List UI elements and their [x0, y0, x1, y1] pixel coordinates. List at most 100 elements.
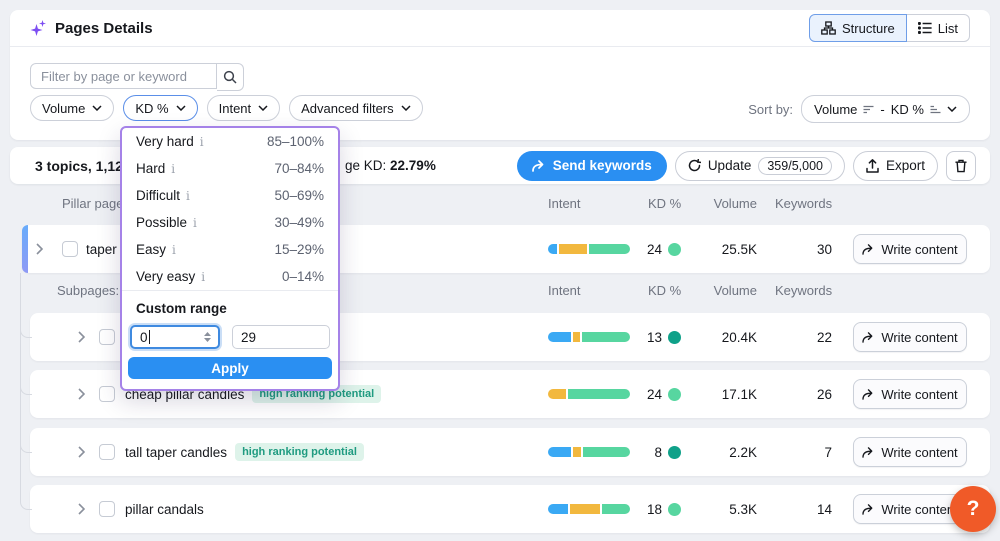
info-icon[interactable]: i [193, 216, 197, 230]
row-checkbox[interactable] [62, 225, 78, 273]
sort-area: Sort by: Volume - KD % [748, 95, 970, 123]
kd-option-very-easy[interactable]: Very easy i 0–14% [122, 263, 338, 290]
pages-details-screen: Pages Details Structure List Filter by p… [0, 0, 1000, 541]
expand-chevron[interactable] [78, 313, 85, 361]
info-icon[interactable]: i [200, 135, 204, 149]
write-content-cell: Write content [853, 428, 967, 476]
keywords-cell: 30 [816, 241, 832, 257]
kd-option-label: Easy [136, 242, 167, 257]
expand-chevron[interactable] [78, 485, 85, 533]
kd-dot [668, 225, 681, 273]
expand-chevron[interactable] [78, 428, 85, 476]
search-button[interactable] [217, 63, 244, 91]
write-arrow-icon [862, 503, 875, 515]
update-button[interactable]: Update 359/5,000 [674, 150, 845, 181]
structure-toggle-label: Structure [842, 20, 895, 36]
top-panel: Pages Details Structure List Filter by p… [10, 10, 990, 140]
write-content-button[interactable]: Write content [853, 379, 967, 409]
volume-cell: 25.5K [721, 241, 757, 257]
average-kd-summary: ge KD: 22.79% [345, 158, 436, 173]
list-toggle-label: List [937, 20, 958, 36]
row-label: tall taper candles [125, 444, 228, 460]
kd-filter-dropdown-panel: Very hard i 85–100% Hard i 70–84% Diffic… [120, 126, 340, 391]
intent-bar [548, 332, 630, 342]
list-toggle-button[interactable]: List [906, 14, 970, 42]
kd-option-possible[interactable]: Possible i 30–49% [122, 209, 338, 236]
export-icon [866, 158, 879, 173]
intent-filter-chip[interactable]: Intent [206, 95, 281, 121]
custom-range-from-input[interactable]: 0 [130, 325, 220, 349]
kd-value-cell: 24 [646, 386, 662, 402]
volume-cell: 20.4K [721, 329, 757, 345]
tree-connector-elbow [20, 438, 32, 453]
table-row[interactable]: tall taper candles high ranking potentia… [30, 428, 990, 476]
apply-button[interactable]: Apply [128, 357, 332, 379]
send-keywords-label: Send keywords [552, 158, 652, 173]
row-checkbox[interactable] [99, 313, 115, 361]
row-checkbox[interactable] [99, 370, 115, 418]
kd-filter-chip[interactable]: KD % [123, 95, 198, 121]
sort-by-label: Sort by: [748, 101, 794, 117]
row-label-cell: pillar candals [125, 485, 204, 533]
info-icon[interactable]: i [171, 162, 175, 176]
sort-dropdown[interactable]: Volume - KD % [801, 95, 970, 123]
row-checkbox[interactable] [99, 428, 115, 476]
send-arrow-icon [531, 159, 546, 172]
kd-value-cell: 18 [646, 501, 662, 517]
sort-asc-icon [930, 105, 941, 114]
kd-option-difficult[interactable]: Difficult i 50–69% [122, 182, 338, 209]
info-icon[interactable]: i [172, 243, 176, 257]
sort-desc-icon [863, 105, 874, 114]
table-row[interactable]: pillar candals 18 5.3K 14 Write content [30, 485, 990, 533]
export-button[interactable]: Export [852, 150, 938, 181]
intent-bar [548, 504, 630, 514]
tree-connector-elbow [20, 380, 32, 395]
kd-option-very-hard[interactable]: Very hard i 85–100% [122, 128, 338, 155]
keywords-cell: 7 [824, 444, 832, 460]
volume-filter-chip[interactable]: Volume [30, 95, 115, 121]
divider [122, 290, 338, 291]
write-content-button[interactable]: Write content [853, 234, 967, 264]
filter-chips: Volume KD % Intent Advanced filters [30, 95, 423, 121]
kd-value-cell: 24 [646, 241, 662, 257]
update-label: Update [707, 158, 752, 173]
send-keywords-button[interactable]: Send keywords [516, 150, 667, 181]
topics-summary: 3 topics, 1,122 [35, 157, 131, 174]
row-checkbox[interactable] [99, 485, 115, 533]
write-content-button[interactable]: Write content [853, 437, 967, 467]
chevron-down-icon [947, 106, 957, 112]
expand-chevron[interactable] [78, 370, 85, 418]
structure-toggle-button[interactable]: Structure [809, 14, 907, 42]
advanced-filters-chip[interactable]: Advanced filters [289, 95, 423, 121]
kd-dot [668, 370, 681, 418]
info-icon[interactable]: i [201, 270, 205, 284]
write-content-button[interactable]: Write content [853, 322, 967, 352]
search-input[interactable] [30, 63, 217, 89]
high-ranking-potential-badge: high ranking potential [235, 443, 364, 461]
expand-chevron[interactable] [36, 225, 43, 273]
kd-dot [668, 313, 681, 361]
info-icon[interactable]: i [186, 189, 190, 203]
delete-button[interactable] [946, 150, 976, 181]
kd-option-hard[interactable]: Hard i 70–84% [122, 155, 338, 182]
list-icon [917, 22, 932, 34]
row-label: pillar candals [125, 501, 204, 517]
help-button[interactable]: ? [950, 486, 996, 532]
kd-value-cell: 13 [646, 329, 662, 345]
kd-option-easy[interactable]: Easy i 15–29% [122, 236, 338, 263]
page-title: Pages Details [55, 19, 153, 37]
sort-first-value: Volume [814, 101, 858, 117]
number-stepper[interactable] [204, 327, 211, 347]
keywords-column-header: Keywords [775, 196, 833, 211]
kd-option-label: Hard [136, 161, 166, 176]
custom-range-to-input[interactable]: 29 [232, 325, 330, 349]
intent-bar-cell [548, 313, 630, 361]
kd-dot [668, 485, 681, 533]
export-label: Export [885, 158, 925, 173]
kd-option-range: 0–14% [281, 269, 324, 284]
write-content-label: Write content [881, 329, 958, 345]
custom-range-title: Custom range [136, 301, 227, 316]
intent-chip-label: Intent [218, 100, 252, 116]
chevron-down-icon [92, 105, 102, 111]
tree-connector-elbow [20, 323, 32, 338]
